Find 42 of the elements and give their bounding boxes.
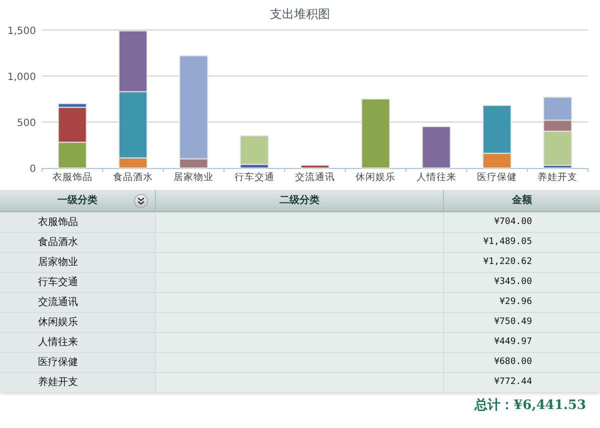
- table-cell-text: 休闲娱乐: [38, 316, 78, 330]
- axis-label: 0: [30, 164, 36, 175]
- axis-label: 人情往来: [416, 172, 456, 183]
- bar-segment: [58, 142, 87, 168]
- axis-label: 医疗保健: [477, 172, 517, 183]
- table-cell-text: 人情往来: [38, 336, 78, 350]
- table-cell-text: ¥772.44: [494, 376, 532, 389]
- axis-label: 衣服饰品: [52, 172, 92, 183]
- table-cell-text: ¥29.96: [499, 296, 532, 309]
- table-cell-text: 衣服饰品: [38, 216, 78, 230]
- table-cell-text: ¥449.97: [494, 336, 532, 349]
- bar-segment: [300, 164, 330, 168]
- axis-label: 食品酒水: [113, 172, 153, 183]
- axis-label: 养娃开支: [538, 172, 578, 183]
- table-cell-text: 交流通讯: [38, 296, 78, 310]
- column-header: 金额: [512, 193, 532, 208]
- axis-label: 休闲娱乐: [356, 172, 396, 183]
- axis-label: 行车交通: [234, 172, 274, 183]
- axis-label: 500: [16, 118, 36, 129]
- expand-icon[interactable]: [134, 194, 148, 208]
- table-cell-text: 食品酒水: [38, 236, 78, 250]
- bar-segment: [361, 98, 390, 168]
- axis-label: 1,500: [7, 26, 36, 37]
- column-header: 二级分类: [280, 194, 320, 208]
- table-cell-text: ¥680.00: [494, 356, 532, 369]
- table-cell-text: ¥345.00: [494, 276, 532, 289]
- bar-segment: [118, 30, 148, 92]
- axis-label: 交流通讯: [295, 172, 335, 183]
- total-amount: 总计：¥6,441.53: [474, 397, 586, 415]
- chart-title: 支出堆积图: [270, 7, 330, 21]
- table-cell-text: ¥704.00: [494, 216, 532, 229]
- table-cell-text: 医疗保健: [38, 356, 78, 370]
- table-cell-text: 居家物业: [38, 256, 78, 270]
- table-cell-text: ¥750.49: [494, 316, 532, 329]
- table-cell-text: ¥1,220.62: [483, 256, 532, 269]
- table-cell-text: ¥1,489.05: [483, 236, 532, 249]
- table-cell-text: 养娃开支: [38, 376, 78, 390]
- bar-segment: [422, 126, 451, 168]
- axis-label: 居家物业: [174, 172, 214, 183]
- table-cell-text: 行车交通: [38, 276, 78, 290]
- axis-label: 1,000: [7, 72, 36, 83]
- column-header: 一级分类: [58, 194, 98, 208]
